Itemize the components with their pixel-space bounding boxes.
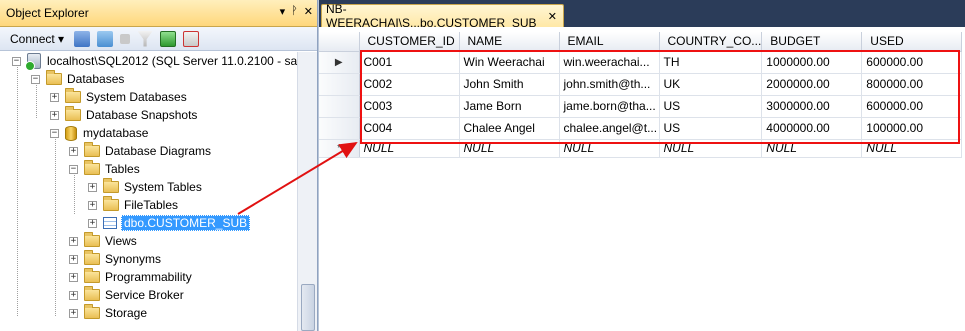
row-header[interactable]	[319, 73, 360, 96]
document-tabstrip: NB-WEERACHAI\S...bo.CUSTOMER_SUB ✕	[319, 0, 965, 30]
tree-node-tables[interactable]: − Tables	[69, 160, 140, 178]
object-explorer-panel: Object Explorer ▾ ᚹ ✕ Connect ▾ − localh…	[0, 0, 318, 331]
connect-button[interactable]: Connect ▾	[10, 32, 64, 46]
tree-node-label: localhost\SQL2012 (SQL Server 11.0.2100 …	[47, 54, 297, 68]
expand-toggle[interactable]: +	[69, 272, 78, 282]
current-row-indicator[interactable]: ▶	[319, 51, 360, 74]
scrollbar-thumb[interactable]	[301, 284, 315, 331]
tree-node-databases[interactable]: − Databases	[31, 70, 124, 88]
folder-icon	[84, 250, 100, 265]
tree-node-server[interactable]: − localhost\SQL2012 (SQL Server 11.0.210…	[12, 52, 297, 71]
expand-toggle[interactable]: +	[69, 308, 78, 318]
collapse-toggle[interactable]: −	[50, 128, 59, 138]
corner-header[interactable]	[319, 32, 360, 52]
tree-node-programmability[interactable]: + Programmability	[69, 268, 192, 286]
tree-node-label: Programmability	[105, 270, 192, 284]
expand-toggle[interactable]: +	[69, 146, 78, 156]
folder-icon	[84, 286, 100, 301]
server-icon	[25, 53, 41, 71]
filter-icon[interactable]	[137, 30, 154, 47]
folder-icon	[103, 178, 119, 193]
tree-node-views[interactable]: + Views	[69, 232, 137, 250]
row-header[interactable]	[319, 95, 360, 118]
new-row-indicator[interactable]: *	[319, 139, 360, 158]
tree-node-label: Service Broker	[105, 288, 184, 302]
object-explorer-title: Object Explorer	[6, 6, 89, 20]
tree-node-customer-sub[interactable]: + dbo.CUSTOMER_SUB	[88, 214, 251, 232]
expand-toggle[interactable]: +	[69, 254, 78, 264]
tree-node-label: Database Snapshots	[86, 108, 198, 122]
table-icon	[103, 217, 117, 229]
expand-toggle[interactable]: +	[50, 110, 59, 120]
tree-node-label: System Tables	[124, 180, 202, 194]
folder-icon	[103, 196, 119, 211]
folder-icon	[84, 232, 100, 247]
collapse-toggle[interactable]: −	[31, 74, 40, 84]
header-row: CUSTOMER_ID NAME EMAIL COUNTRY_CO... BUD…	[319, 32, 963, 52]
column-header-country-code[interactable]: COUNTRY_CO...	[659, 32, 763, 52]
expand-toggle[interactable]: +	[88, 200, 97, 210]
tab-title: NB-WEERACHAI\S...bo.CUSTOMER_SUB	[326, 2, 537, 30]
tree-node-system-databases[interactable]: + System Databases	[50, 88, 187, 106]
column-header-email[interactable]: EMAIL	[559, 32, 660, 52]
tree-node-filetables[interactable]: + FileTables	[88, 196, 178, 214]
database-icon	[65, 125, 77, 141]
tree-node-label: Synonyms	[105, 252, 162, 266]
expand-toggle[interactable]: +	[88, 182, 97, 192]
connect-object-explorer-icon[interactable]	[74, 30, 91, 47]
object-explorer-toolbar: Connect ▾	[0, 27, 317, 51]
tree-node-system-tables[interactable]: + System Tables	[88, 178, 202, 196]
collapse-toggle[interactable]: −	[69, 164, 78, 174]
tree-scrollbar[interactable]	[297, 52, 317, 331]
tree-node-database-snapshots[interactable]: + Database Snapshots	[50, 106, 197, 124]
object-explorer-tree: − localhost\SQL2012 (SQL Server 11.0.210…	[0, 52, 297, 331]
folder-icon	[84, 160, 100, 175]
tree-node-label: Database Diagrams	[105, 144, 212, 158]
column-header-name[interactable]: NAME	[459, 32, 560, 52]
folder-icon	[84, 304, 100, 319]
folder-icon	[65, 106, 81, 121]
disconnect-icon[interactable]	[97, 30, 114, 47]
column-header-budget[interactable]: BUDGET	[761, 32, 863, 52]
collapse-toggle[interactable]: −	[12, 56, 21, 66]
folder-icon	[65, 88, 81, 103]
panel-menu-icon[interactable]: ▾	[280, 5, 286, 18]
tab-customer-sub[interactable]: NB-WEERACHAI\S...bo.CUSTOMER_SUB ✕	[321, 2, 564, 30]
tree-node-label: FileTables	[124, 198, 179, 212]
tab-close-icon[interactable]: ✕	[548, 10, 557, 23]
tree-node-label: Tables	[105, 162, 140, 176]
folder-icon	[46, 70, 62, 85]
column-header-customer-id[interactable]: CUSTOMER_ID	[359, 32, 460, 52]
pin-icon[interactable]: ᚹ	[291, 5, 298, 18]
tree-node-storage[interactable]: + Storage	[69, 304, 147, 322]
expand-toggle[interactable]: +	[50, 92, 59, 102]
tree-node-label: Databases	[67, 72, 125, 86]
row-header[interactable]	[319, 117, 360, 140]
expand-toggle[interactable]: +	[69, 290, 78, 300]
tree-node-label: Views	[105, 234, 137, 248]
tree-node-database-diagrams[interactable]: + Database Diagrams	[69, 142, 211, 160]
activity-monitor-icon[interactable]	[183, 30, 200, 47]
tree-node-service-broker[interactable]: + Service Broker	[69, 286, 184, 304]
tree-node-synonyms[interactable]: + Synonyms	[69, 250, 161, 268]
tree-node-label: dbo.CUSTOMER_SUB	[121, 215, 251, 231]
stop-icon[interactable]	[120, 33, 131, 44]
highlight-box	[360, 50, 960, 144]
folder-icon	[84, 142, 100, 157]
tree-node-mydatabase[interactable]: − mydatabase	[50, 124, 148, 142]
close-icon[interactable]: ✕	[304, 5, 313, 18]
tree-node-label: mydatabase	[83, 126, 149, 140]
tree-node-label: Storage	[105, 306, 148, 320]
folder-icon	[84, 268, 100, 283]
tree-node-label: System Databases	[86, 90, 187, 104]
column-header-used[interactable]: USED	[861, 32, 963, 52]
expand-toggle[interactable]: +	[88, 218, 97, 228]
object-explorer-titlebar: Object Explorer ▾ ᚹ ✕	[0, 0, 317, 27]
refresh-icon[interactable]	[160, 30, 177, 47]
expand-toggle[interactable]: +	[69, 236, 78, 246]
